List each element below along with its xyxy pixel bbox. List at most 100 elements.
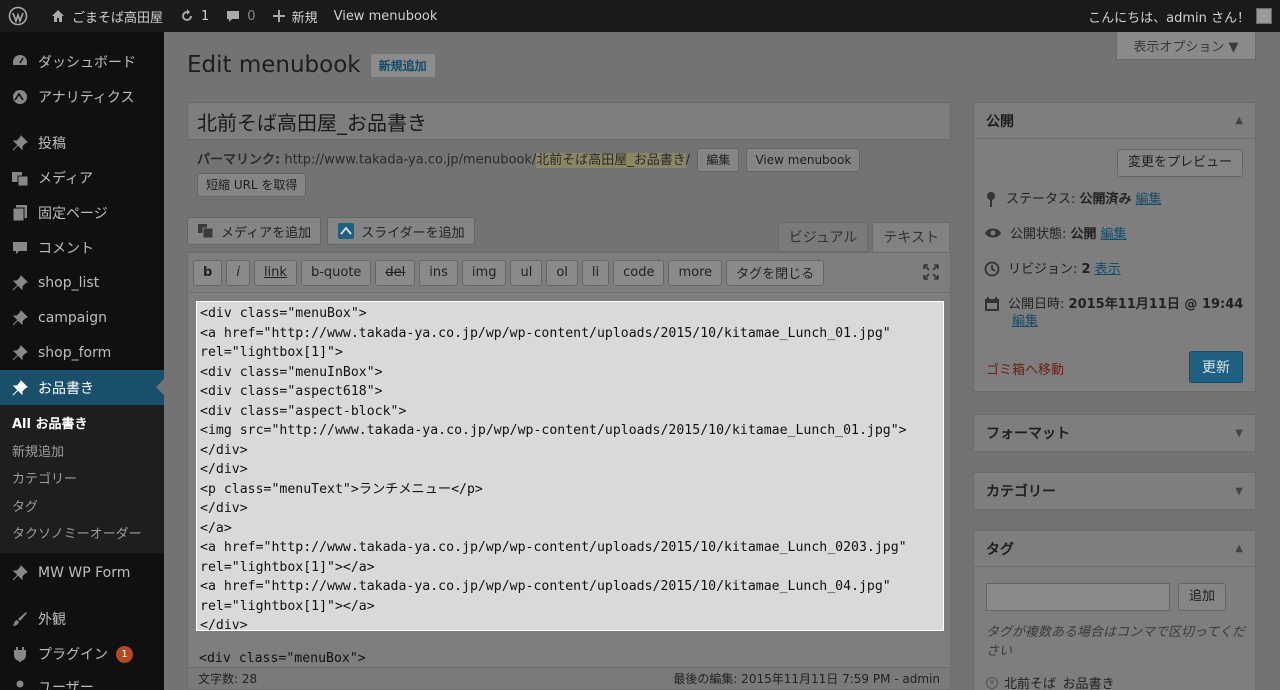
pin-location-icon [987, 192, 995, 207]
comment-icon [227, 11, 240, 22]
sidebar-item-analytics[interactable]: アナリティクス [0, 79, 164, 114]
media-buttons: メディアを追加 スライダーを追加 [187, 217, 475, 245]
permalink-base: http://www.takada-ya.co.jp/menubook/ [284, 152, 537, 168]
qt-code-button[interactable]: code [613, 259, 665, 286]
sidebar-item-dashboard[interactable]: ダッシュボード [0, 44, 164, 79]
wordpress-logo-icon[interactable] [0, 0, 42, 32]
format-box-header[interactable]: フォーマット ▼ [974, 415, 1255, 451]
sidebar-item-posts[interactable]: 投稿 [0, 125, 164, 160]
submenu-add-new[interactable]: 新規追加 [0, 437, 164, 465]
pin-icon [10, 378, 30, 398]
submenu-categories[interactable]: カテゴリー [0, 464, 164, 492]
tab-visual[interactable]: ビジュアル [777, 222, 869, 252]
add-media-button[interactable]: メディアを追加 [187, 217, 322, 245]
view-menubook-link[interactable]: View menubook [326, 0, 446, 32]
media-icon [198, 224, 214, 239]
sidebar-item-mw-wp-form[interactable]: MW WP Form [0, 556, 164, 591]
qt-more-button[interactable]: more [668, 259, 723, 286]
sidebar-item-appearance[interactable]: 外観 [0, 602, 164, 637]
publish-box: 公開 ▲ 変更をプレビュー ステータス: 公開済み 編集 公開状態: 公開 編集 リ… [973, 102, 1256, 392]
post-title-input[interactable]: 北前そば高田屋_お品書き [187, 102, 951, 140]
revisions-line: リビジョン: 2 表示 [984, 261, 1246, 278]
collapse-arrow-icon[interactable]: ▲ [1235, 115, 1243, 126]
comment-icon [10, 238, 30, 258]
sidebar-item-comments[interactable]: コメント [0, 230, 164, 265]
qt-img-button[interactable]: img [461, 259, 507, 286]
screen-options-button[interactable]: 表示オプション ▼ [1116, 32, 1256, 60]
permalink-slug[interactable]: 北前そば高田屋_お品書き [536, 152, 686, 168]
brush-icon [10, 609, 30, 629]
tag-box: タグ ▲ 追加 タグが複数ある場合はコンマで区切ってください ✕ 北前そば_お品… [973, 530, 1256, 690]
sidebar-item-users[interactable]: ユーザー [0, 672, 164, 690]
new-label: 新規 [291, 10, 318, 26]
tag-hint: タグが複数ある場合はコンマで区切ってください [986, 625, 1245, 659]
qt-link-button[interactable]: link [253, 259, 297, 286]
sidebar-item-campaign[interactable]: campaign [0, 300, 164, 335]
eye-icon [985, 228, 1001, 238]
move-to-trash-link[interactable]: ゴミ箱へ移動 [986, 359, 1064, 378]
get-shortlink-button[interactable]: 短縮 URL を取得 [197, 172, 307, 197]
revisions-view-link[interactable]: 表示 [1095, 262, 1121, 277]
fullscreen-icon[interactable] [922, 263, 940, 285]
updates-link[interactable]: 1 [171, 0, 217, 32]
new-content-link[interactable]: 新規 [264, 0, 326, 32]
category-box-header[interactable]: カテゴリー ▼ [974, 473, 1255, 509]
sidebar-item-pages[interactable]: 固定ページ [0, 195, 164, 230]
expand-arrow-icon[interactable]: ▼ [1235, 486, 1243, 497]
add-tag-button[interactable]: 追加 [1178, 583, 1227, 611]
status-line: ステータス: 公開済み 編集 [984, 191, 1246, 208]
comments-link[interactable]: 0 [217, 0, 263, 32]
qt-ins-button[interactable]: ins [419, 259, 458, 286]
site-name-link[interactable]: ごまそば高田屋 [42, 0, 171, 32]
tag-item: ✕ 北前そば_お品書き [986, 673, 1115, 690]
publish-box-header[interactable]: 公開 ▲ [974, 103, 1255, 139]
avatar [1256, 8, 1272, 24]
add-slider-button[interactable]: スライダーを追加 [327, 217, 475, 245]
qt-blockquote-button[interactable]: b-quote [300, 259, 372, 286]
submenu-tags[interactable]: タグ [0, 492, 164, 520]
permalink-label: パーマリンク: [197, 152, 281, 168]
submenu-all[interactable]: All お品書き [0, 409, 164, 437]
new-tag-input[interactable] [986, 583, 1170, 611]
sidebar-item-oshinagaki[interactable]: お品書き [0, 370, 164, 405]
qt-li-button[interactable]: li [581, 259, 610, 286]
date-edit-link[interactable]: 編集 [1012, 314, 1038, 329]
sidebar-item-shop-form[interactable]: shop_form [0, 335, 164, 370]
qt-close-tags-button[interactable]: タグを閉じる [726, 259, 825, 286]
comments-count: 0 [247, 8, 256, 24]
preview-changes-button[interactable]: 変更をプレビュー [1116, 149, 1243, 177]
history-icon [984, 261, 1000, 277]
view-menubook-button[interactable]: View menubook [746, 148, 861, 172]
content-more-text: <div class="menuBox"> [199, 651, 366, 666]
expand-arrow-icon[interactable]: ▼ [1235, 428, 1243, 439]
submenu-taxonomy-order[interactable]: タクソノミーオーダー [0, 519, 164, 547]
qt-italic-button[interactable]: i [226, 259, 250, 286]
permalink-edit-button[interactable]: 編集 [697, 148, 740, 172]
visibility-edit-link[interactable]: 編集 [1101, 227, 1127, 242]
status-edit-link[interactable]: 編集 [1136, 192, 1162, 207]
editor-status-bar: 文字数: 28 最後の編集: 2015年11月11日 7:59 PM - adm… [188, 667, 950, 689]
media-icon [10, 168, 30, 188]
pin-icon [10, 308, 30, 328]
qt-ul-button[interactable]: ul [510, 259, 543, 286]
collapse-arrow-icon[interactable]: ▲ [1235, 543, 1243, 554]
tag-box-header[interactable]: タグ ▲ [974, 531, 1255, 567]
pin-icon [10, 343, 30, 363]
sidebar-item-plugins[interactable]: プラグイン 1 [0, 637, 164, 672]
sidebar-item-media[interactable]: メディア [0, 160, 164, 195]
page-title: Edit menubook [187, 52, 361, 78]
qt-del-button[interactable]: del [375, 259, 416, 286]
post-title-value: 北前そば高田屋_お品書き [197, 110, 427, 135]
remove-tag-icon[interactable]: ✕ [986, 676, 998, 689]
add-new-button[interactable]: 新規追加 [370, 53, 435, 77]
qt-bold-button[interactable]: b [193, 259, 223, 286]
date-line: 公開日時: 2015年11月11日 @ 19:44編集 [984, 296, 1246, 330]
update-button[interactable]: 更新 [1189, 351, 1243, 383]
tab-text[interactable]: テキスト [872, 222, 950, 252]
user-account-link[interactable]: こんにちは、admin さん！ [1080, 0, 1280, 32]
qt-ol-button[interactable]: ol [546, 259, 578, 286]
quicktags-toolbar: b i link b-quote del ins img ul ol li co… [188, 253, 950, 293]
user-icon [10, 677, 30, 690]
content-textarea[interactable]: <div class="menuBox"> <a href="http://ww… [196, 301, 944, 631]
sidebar-item-shop-list[interactable]: shop_list [0, 265, 164, 300]
